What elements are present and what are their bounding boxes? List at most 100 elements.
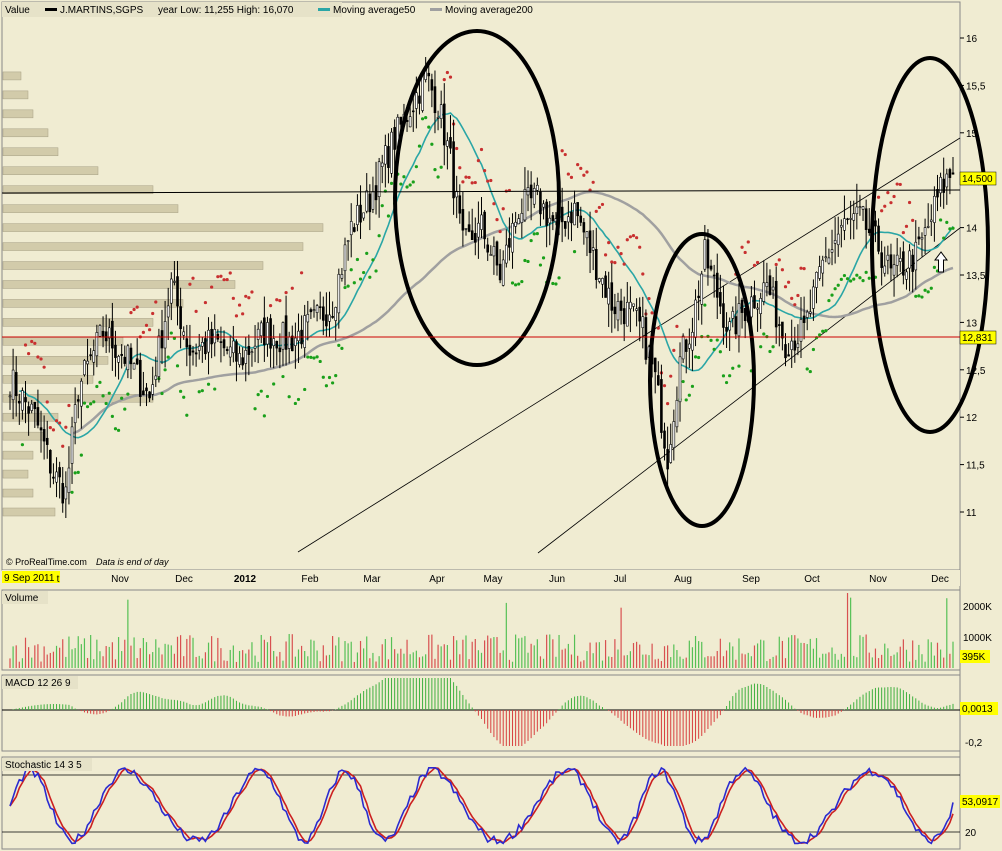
sar-dot-up [166,355,170,359]
sar-dot-down [501,207,505,211]
candle-body [883,265,887,274]
y-tick-label: 11,5 [966,461,985,472]
candle-body [83,360,86,376]
sar-dot-up [715,338,719,342]
sar-dot-down [492,202,496,206]
sar-dot-down [51,428,56,432]
x-tick-label: Dec [931,574,949,585]
sar-dot-up [265,394,270,399]
sar-dot-down [290,286,294,290]
sar-dot-down [752,263,757,267]
sar-dot-down [656,326,660,330]
candle-body [511,222,514,253]
candle-body [225,349,229,351]
candle-body [92,350,96,363]
candle-body [861,206,865,210]
sar-dot-down [743,250,747,255]
y-tick-label: 12 [966,413,978,424]
sar-dot-down [154,300,158,304]
sar-dot-down [886,191,890,195]
x-tick-label: Jul [614,574,627,585]
sar-dot-up [842,273,847,278]
sar-dot-up [374,269,378,273]
candle-body [52,476,55,479]
sar-dot-down [746,240,750,244]
sar-dot-down [631,234,636,238]
sar-dot-up [417,144,422,148]
sar-dot-up [538,263,543,267]
candle-body [390,131,393,174]
x-tick-label: 2012 [234,574,257,585]
sar-dot-down [45,400,49,404]
candle-body [42,429,46,442]
candle-body [11,369,15,400]
candle-body [315,305,319,313]
candle-body [166,305,170,318]
candle-body [399,116,403,125]
volume-profile-bar [2,261,264,270]
candle-body [616,301,620,321]
sar-dot-up [526,259,530,264]
sar-dot-up [703,303,707,307]
sar-dot-down [619,252,623,256]
data-note: Data is end of day [96,557,169,567]
candle-body [582,222,586,233]
candle-body [641,316,645,329]
candle-body [911,254,914,272]
candle-body [737,303,741,337]
candle-body [660,379,663,433]
sar-dot-up [529,238,533,243]
sar-dot-up [116,428,121,432]
sar-dot-down [42,365,46,369]
source-label: © ProRealTime.com [6,557,87,567]
candle-body [551,215,555,222]
sar-dot-down [486,179,490,183]
candle-body [874,220,877,227]
candle-body [666,449,669,470]
candle-body [331,316,334,318]
candle-body [157,335,161,377]
candle-body [461,209,465,231]
candle-body [703,239,707,270]
x-tick-label: Dec [175,574,193,585]
candle-body [489,254,493,256]
sar-dot-down [802,267,806,271]
candle-body [799,319,803,342]
sar-dot-up [718,350,722,354]
sar-dot-up [731,366,735,370]
sar-dot-up [771,345,775,349]
sar-dot-down [799,266,803,270]
candle-body [486,244,490,253]
x-tick-label: Sep [742,574,760,585]
sar-dot-up [510,281,515,285]
candle-body [321,306,325,321]
sar-dot-up [852,277,856,281]
sar-dot-up [179,389,183,393]
volume-profile-bar [2,280,236,289]
sar-dot-up [520,279,524,284]
sar-dot-up [864,270,868,274]
candle-body [532,188,536,205]
candle-body [467,224,471,232]
sar-dot-down [464,175,468,179]
sar-dot-down [796,293,800,298]
sar-dot-down [144,323,149,327]
candle-body [194,352,198,355]
sar-dot-down [448,75,453,79]
sar-dot-up [163,368,167,372]
candle-body [114,344,117,358]
sar-dot-down [622,262,626,266]
sar-dot-up [197,390,201,394]
candle-body [622,308,626,325]
sar-dot-down [268,304,273,308]
candle-body [318,306,322,308]
sar-dot-up [833,287,837,291]
ma200-swatch [430,8,442,11]
sar-dot-up [175,364,180,368]
candle-body [8,395,12,398]
candle-body [877,225,880,252]
candle-body [120,353,123,356]
sar-dot-down [675,324,679,328]
candle-body [287,336,291,349]
candle-body [508,238,511,248]
